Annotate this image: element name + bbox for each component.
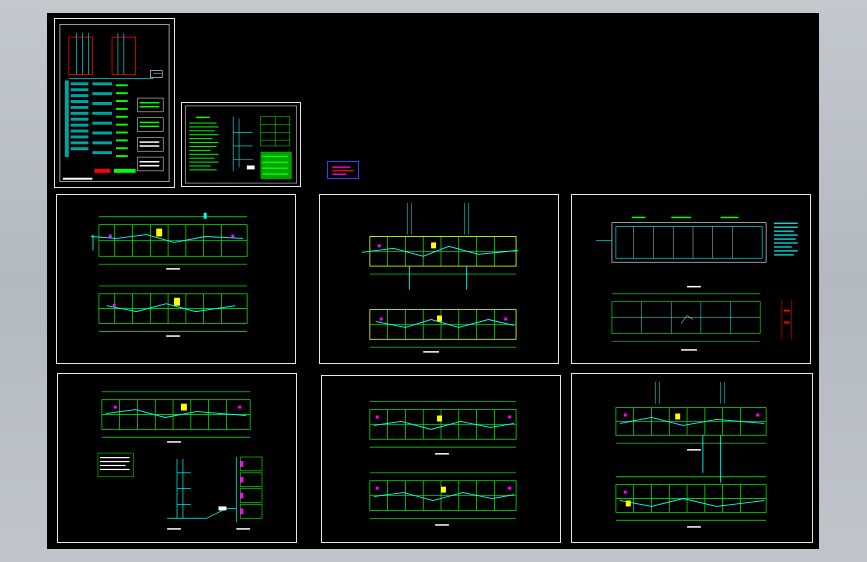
floor-plan-riser-sheet[interactable]	[57, 373, 297, 543]
floor-plan-sheet-3-drawing	[369, 401, 517, 526]
cad-model-space[interactable]	[47, 13, 819, 549]
floor-plan-sheet-2-drawing	[361, 202, 519, 353]
roof-plan-sheet[interactable]	[571, 194, 811, 364]
floor-plan-sheet-3[interactable]	[321, 375, 561, 543]
legend-card[interactable]	[327, 161, 359, 179]
system-diagram-sheet[interactable]	[54, 18, 175, 188]
floor-plan-riser-drawing	[97, 391, 263, 530]
design-notes-drawing	[185, 105, 297, 184]
floor-plan-sheet-4[interactable]	[571, 373, 813, 543]
floor-plan-sheet-4-drawing	[615, 381, 767, 528]
system-diagram-drawing	[59, 24, 170, 182]
floor-plan-sheet-1[interactable]	[56, 194, 296, 364]
floor-plan-sheet-1-drawing	[90, 212, 248, 337]
roof-plan-sheet-drawing	[596, 216, 798, 351]
legend-card-drawing	[332, 166, 354, 175]
floor-plan-sheet-2[interactable]	[319, 194, 559, 364]
design-notes-sheet[interactable]	[181, 102, 301, 187]
